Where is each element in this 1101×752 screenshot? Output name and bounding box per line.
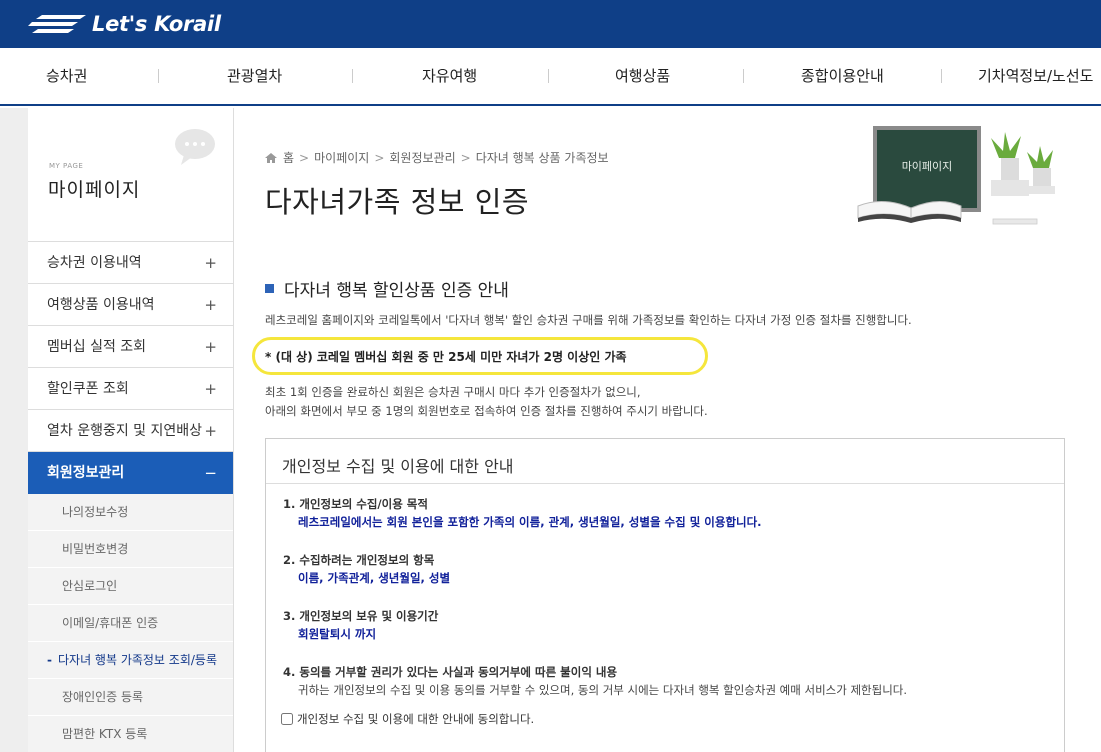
nav-station-info[interactable]: 기차역정보/노선도: [978, 48, 1093, 104]
agree-label: 개인정보 수집 및 이용에 대한 안내에 동의합니다.: [297, 712, 535, 726]
agree-checkbox[interactable]: [281, 713, 293, 725]
privacy-question-refusal: 4. 동의를 거부할 권리가 있다는 사실과 동의거부에 따른 불이익 내용: [283, 665, 618, 679]
breadcrumb-separator: >: [374, 150, 385, 165]
nav-divider: [941, 69, 942, 83]
privacy-question-purpose: 1. 개인정보의 수집/이용 목적: [283, 497, 428, 511]
sidebar-item-label: 멤버십 실적 조회: [47, 339, 147, 355]
mypage-title: 마이페이지: [48, 179, 141, 201]
divider: [266, 483, 1064, 484]
breadcrumb-mypage[interactable]: 마이페이지: [314, 149, 369, 166]
privacy-answer-refusal: 귀하는 개인정보의 수집 및 이용 동의를 거부할 수 있으며, 동의 거부 시…: [298, 683, 908, 697]
page-title: 다자녀가족 정보 인증: [265, 185, 530, 219]
note-instructions: 아래의 화면에서 부모 중 1명의 회원번호로 접속하여 인증 절차를 진행하여…: [265, 404, 708, 418]
breadcrumb-current: 다자녀 행복 상품 가족정보: [475, 151, 609, 165]
privacy-answer-purpose: 레츠코레일에서는 회원 본인을 포함한 가족의 이름, 관계, 생년월일, 성별…: [298, 515, 762, 529]
breadcrumb-separator: >: [299, 150, 310, 165]
mypage-small-label: MY PAGE: [49, 162, 84, 170]
submenu-item-multichild-family[interactable]: - 다자녀 행복 가족정보 조회/등록: [28, 642, 233, 679]
breadcrumb-separator: >: [460, 150, 471, 165]
submenu-item-mom-ktx[interactable]: 맘편한 KTX 등록: [28, 716, 233, 752]
nav-divider: [548, 69, 549, 83]
expand-icon: +: [204, 338, 217, 356]
expand-icon: +: [204, 254, 217, 272]
submenu-item-change-password[interactable]: 비밀번호변경: [28, 531, 233, 568]
sidebar-item-coupons[interactable]: 할인쿠폰 조회 +: [28, 368, 233, 410]
sidebar-item-label: 여행상품 이용내역: [47, 297, 155, 313]
privacy-consent-box: 개인정보 수집 및 이용에 대한 안내 1. 개인정보의 수집/이용 목적 레츠…: [265, 438, 1065, 752]
collapse-icon: −: [204, 464, 217, 482]
nav-divider: [743, 69, 744, 83]
page-margin: [0, 108, 28, 752]
main-nav: 승차권 관광열차 자유여행 여행상품 종합이용안내 기차역정보/노선도: [0, 48, 1101, 106]
sidebar-item-product-history[interactable]: 여행상품 이용내역 +: [28, 284, 233, 326]
speech-bubble-icon: [175, 129, 215, 165]
sidebar-item-member-info[interactable]: 회원정보관리 −: [28, 452, 233, 494]
section-bullet-icon: [265, 284, 274, 293]
nav-free-travel[interactable]: 자유여행: [422, 48, 477, 104]
intro-text: 레츠코레일 홈페이지와 코레일톡에서 '다자녀 행복' 할인 승차권 구매를 위…: [265, 313, 912, 327]
submenu-item-safe-login[interactable]: 안심로그인: [28, 568, 233, 605]
current-marker: -: [47, 653, 52, 667]
breadcrumb-member-info[interactable]: 회원정보관리: [389, 149, 455, 166]
privacy-question-items: 2. 수집하려는 개인정보의 항목: [283, 553, 435, 567]
nav-tourist-train[interactable]: 관광열차: [227, 48, 282, 104]
expand-icon: +: [204, 422, 217, 440]
submenu-item-disability-auth[interactable]: 장애인인증 등록: [28, 679, 233, 716]
expand-icon: +: [204, 296, 217, 314]
nav-divider: [352, 69, 353, 83]
korail-logo-icon: [28, 15, 86, 33]
home-icon: [265, 152, 277, 163]
privacy-title: 개인정보 수집 및 이용에 대한 안내: [282, 457, 514, 476]
agree-consent[interactable]: 개인정보 수집 및 이용에 대한 안내에 동의합니다.: [281, 711, 534, 727]
nav-divider: [158, 69, 159, 83]
privacy-question-retention: 3. 개인정보의 보유 및 이용기간: [283, 609, 439, 623]
sidebar-item-label: 회원정보관리: [47, 465, 125, 481]
brand-name: Let's Korail: [92, 12, 221, 36]
note-first-auth: 최초 1회 인증을 완료하신 회원은 승차권 구매시 마다 추가 인증절차가 없…: [265, 385, 641, 399]
submenu-item-email-phone-auth[interactable]: 이메일/휴대폰 인증: [28, 605, 233, 642]
nav-guide[interactable]: 종합이용안내: [801, 48, 884, 104]
sidebar-item-membership[interactable]: 멤버십 실적 조회 +: [28, 326, 233, 368]
mypage-header: MY PAGE 마이페이지: [28, 108, 233, 242]
korail-logo[interactable]: Let's Korail: [28, 10, 221, 38]
expand-icon: +: [204, 380, 217, 398]
sidebar-item-delay-compensation[interactable]: 열차 운행중지 및 지연배상 +: [28, 410, 233, 452]
sidebar-item-label: 승차권 이용내역: [47, 255, 142, 271]
breadcrumb: 홈 > 마이페이지 > 회원정보관리 > 다자녀 행복 상품 가족정보: [265, 149, 609, 166]
breadcrumb-home[interactable]: 홈: [283, 149, 294, 166]
privacy-answer-retention: 회원탈퇴시 까지: [298, 627, 377, 641]
privacy-answer-items: 이름, 가족관계, 생년월일, 성별: [298, 571, 451, 585]
submenu-item-label: 다자녀 행복 가족정보 조회/등록: [57, 653, 217, 667]
target-criteria: * (대 상) 코레일 멤버십 회원 중 만 25세 미만 자녀가 2명 이상인…: [265, 350, 627, 364]
mypage-illustration: 마이페이지: [857, 126, 1055, 225]
sidebar-menu: 승차권 이용내역 + 여행상품 이용내역 + 멤버십 실적 조회 + 할인쿠폰 …: [28, 242, 233, 752]
main-content: 홈 > 마이페이지 > 회원정보관리 > 다자녀 행복 상품 가족정보 다자녀가…: [234, 108, 1101, 752]
submenu-item-edit-info[interactable]: 나의정보수정: [28, 494, 233, 531]
nav-travel-products[interactable]: 여행상품: [615, 48, 670, 104]
sidebar-item-label: 할인쿠폰 조회: [47, 381, 129, 397]
sidebar: MY PAGE 마이페이지 승차권 이용내역 + 여행상품 이용내역 + 멤버십…: [28, 108, 234, 752]
nav-tickets[interactable]: 승차권: [46, 48, 87, 104]
section-title-text: 다자녀 행복 할인상품 인증 안내: [284, 281, 509, 301]
section-title: 다자녀 행복 할인상품 인증 안내: [265, 276, 509, 301]
sidebar-item-label: 열차 운행중지 및 지연배상: [47, 423, 203, 439]
top-bar: Let's Korail: [0, 0, 1101, 48]
sidebar-item-ticket-history[interactable]: 승차권 이용내역 +: [28, 242, 233, 284]
chalkboard-text: 마이페이지: [902, 160, 953, 173]
